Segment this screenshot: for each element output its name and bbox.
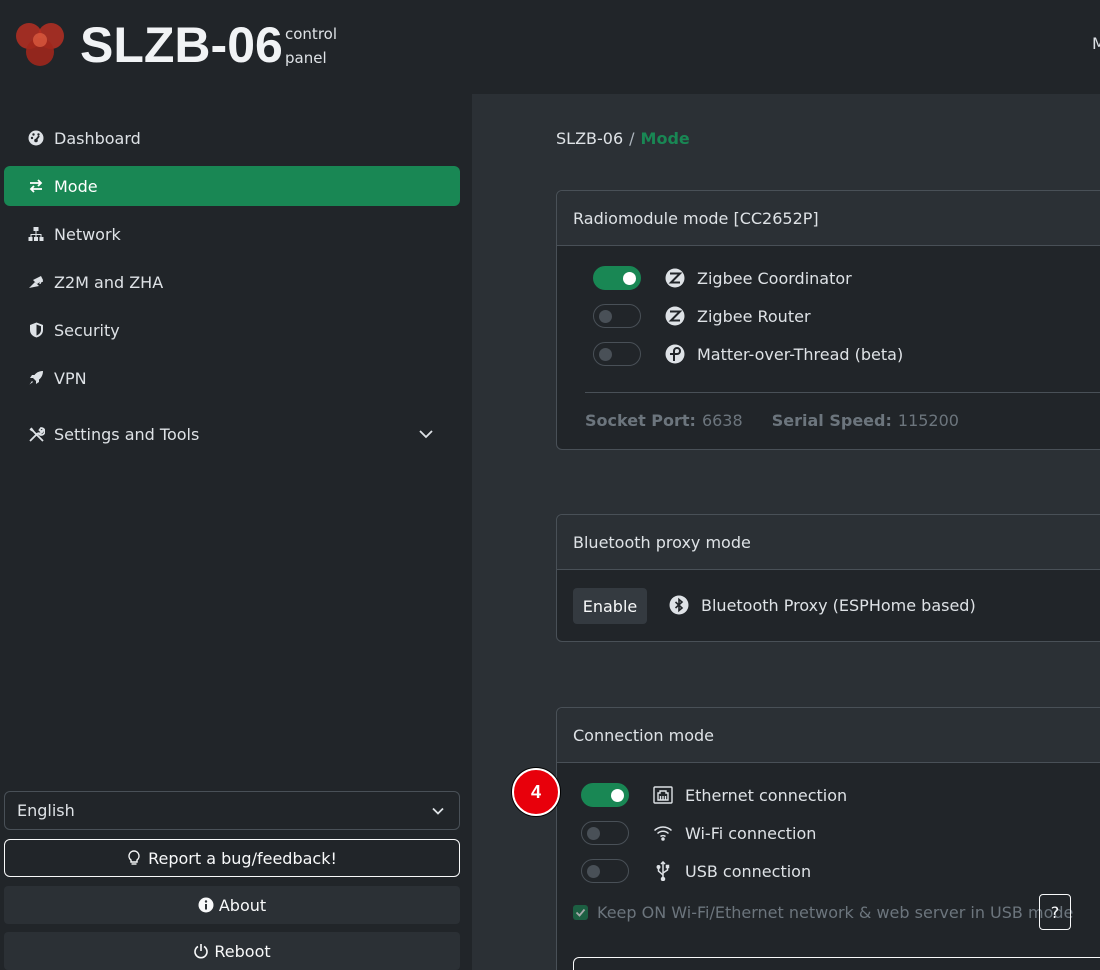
arrows-exchange-icon (26, 176, 46, 196)
report-bug-button[interactable]: Report a bug/feedback! (4, 839, 460, 877)
breadcrumb: SLZB-06/Mode (556, 129, 690, 148)
zigbee-icon (665, 306, 685, 326)
tools-icon (26, 424, 46, 444)
usb-icon (653, 861, 673, 881)
zigbee-icon (665, 268, 685, 288)
keep-on-checkbox[interactable] (573, 905, 588, 920)
satellite-dish-icon (26, 272, 46, 292)
app-header: SLZB-06 control panel M (0, 0, 1100, 94)
ethernet-switch[interactable] (581, 783, 629, 807)
bluetooth-proxy-label: Bluetooth Proxy (ESPHome based) (669, 595, 976, 615)
usb-switch[interactable] (581, 859, 629, 883)
dashboard-gauge-icon (26, 128, 46, 148)
help-button[interactable]: ? (1039, 894, 1071, 930)
header-right-text[interactable]: M (1092, 34, 1100, 53)
lightbulb-icon (127, 850, 143, 866)
rocket-icon (26, 368, 46, 388)
breadcrumb-current: Mode (640, 129, 690, 148)
keep-on-network-option[interactable]: Keep ON Wi-Fi/Ethernet network & web ser… (573, 903, 1073, 922)
chevron-down-icon[interactable] (418, 426, 434, 442)
zigbee-coordinator-switch[interactable] (593, 266, 641, 290)
radiomodule-card-title: Radiomodule mode [CC2652P] (557, 191, 1100, 246)
main-content: SLZB-06/Mode Radiomodule mode [CC2652P] … (472, 94, 1100, 970)
about-button[interactable]: About (4, 886, 460, 924)
enable-bluetooth-button[interactable]: Enable (573, 588, 647, 624)
language-select[interactable]: English (4, 791, 460, 830)
breadcrumb-root[interactable]: SLZB-06 (556, 129, 623, 148)
radio-meta: Socket Port: 6638 Serial Speed: 115200 (585, 411, 959, 430)
ethernet-icon (653, 785, 673, 805)
wifi-icon (653, 823, 673, 843)
chevron-down-icon (432, 807, 444, 815)
sidebar-item-z2m-zha[interactable]: Z2M and ZHA (4, 262, 460, 302)
ethernet-option[interactable]: Ethernet connection (581, 783, 847, 807)
sidebar-item-security[interactable]: Security (4, 310, 460, 350)
radiomodule-card: Radiomodule mode [CC2652P] Zigbee Coordi… (556, 190, 1100, 450)
connection-card-title: Connection mode (557, 708, 1100, 763)
bluetooth-card-title: Bluetooth proxy mode (557, 515, 1100, 570)
connection-extra-panel (573, 957, 1100, 970)
power-icon (193, 943, 209, 959)
sidebar-item-dashboard[interactable]: Dashboard (4, 118, 460, 158)
card-divider (585, 392, 1100, 393)
zigbee-coordinator-option[interactable]: Zigbee Coordinator (593, 266, 852, 290)
zigbee-router-switch[interactable] (593, 304, 641, 328)
zigbee-router-option[interactable]: Zigbee Router (593, 304, 811, 328)
smlight-logo-icon (16, 23, 64, 66)
network-icon (26, 224, 46, 244)
brand-title: SLZB-06 (80, 17, 283, 73)
sidebar-item-vpn[interactable]: VPN (4, 358, 460, 398)
sidebar-item-network[interactable]: Network (4, 214, 460, 254)
wifi-option[interactable]: Wi-Fi connection (581, 821, 816, 845)
info-circle-icon (198, 897, 214, 913)
socket-port-value: 6638 (701, 411, 743, 430)
sidebar-item-mode[interactable]: Mode (4, 166, 460, 206)
connection-card: Connection mode Ethernet connection Wi-F… (556, 707, 1100, 970)
reboot-button[interactable]: Reboot (4, 932, 460, 970)
matter-thread-option[interactable]: Matter-over-Thread (beta) (593, 342, 903, 366)
bluetooth-icon (669, 595, 689, 615)
serial-speed-value: 115200 (897, 411, 959, 430)
sidebar-item-settings-tools[interactable]: Settings and Tools (4, 414, 460, 454)
annotation-badge: 4 (512, 768, 560, 816)
wifi-switch[interactable] (581, 821, 629, 845)
usb-option[interactable]: USB connection (581, 859, 811, 883)
shield-icon (26, 320, 46, 340)
bluetooth-card: Bluetooth proxy mode Enable Bluetooth Pr… (556, 514, 1100, 642)
matter-thread-switch[interactable] (593, 342, 641, 366)
thread-icon (665, 344, 685, 364)
sidebar: Dashboard Mode Network Z2M and ZHA Secur… (0, 94, 472, 970)
brand-subtitle: control panel (285, 25, 337, 67)
